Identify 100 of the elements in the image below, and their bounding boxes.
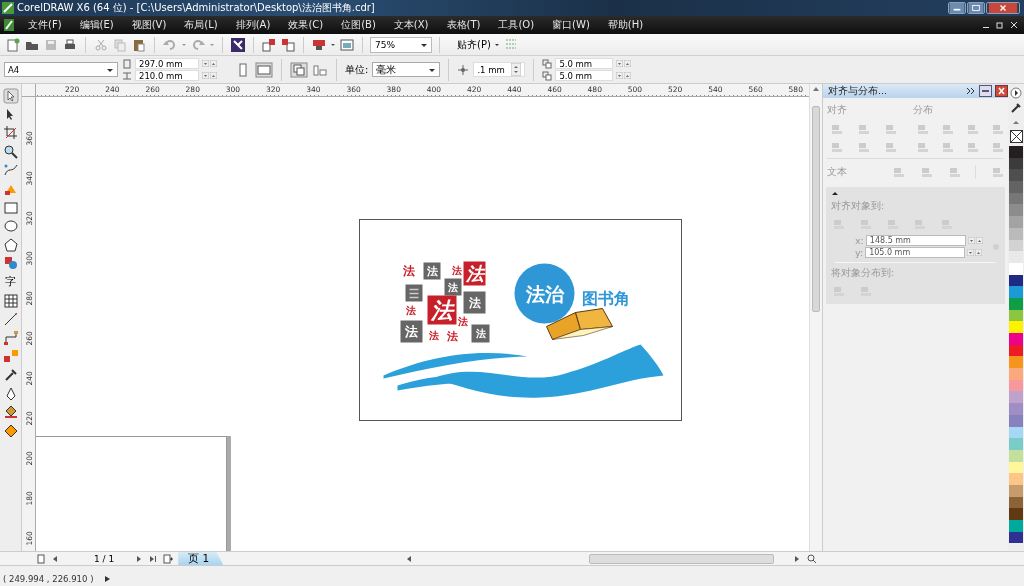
menu-item[interactable]: 排列(A) [226, 18, 280, 32]
dimension-icon[interactable] [2, 311, 19, 328]
collapse-icon[interactable] [831, 190, 839, 196]
spin-up-icon[interactable] [975, 249, 983, 256]
text-tool[interactable]: 字 [5, 273, 16, 290]
distribute-icon[interactable] [990, 140, 1004, 154]
align-icon[interactable] [829, 140, 843, 154]
spin-down-icon[interactable] [202, 60, 209, 67]
distribute-icon[interactable] [990, 122, 1004, 136]
expand-icon[interactable] [966, 86, 976, 96]
zoom-icon[interactable] [2, 143, 19, 160]
spin-down-icon[interactable] [616, 60, 624, 67]
table-icon[interactable] [2, 292, 19, 309]
color-swatch[interactable] [1009, 356, 1023, 369]
first-page-icon[interactable] [36, 552, 46, 565]
maximize-icon[interactable] [967, 2, 985, 14]
snap-dropdown[interactable]: 贴齐(P) [457, 37, 491, 52]
menu-item[interactable]: 布局(L) [175, 18, 227, 32]
welcome-screen-icon[interactable] [339, 36, 355, 53]
scrollbar-thumb[interactable] [812, 106, 820, 312]
spin-down-icon[interactable] [967, 237, 975, 244]
scrollbar-thumb[interactable] [589, 553, 774, 564]
distribute-icon[interactable] [915, 122, 929, 136]
color-swatch[interactable] [1009, 251, 1023, 263]
color-swatch[interactable] [1009, 181, 1023, 193]
page-tab[interactable]: 页 1 [178, 552, 224, 565]
eyedropper-icon[interactable] [1010, 102, 1022, 114]
ellipse-icon[interactable] [2, 218, 19, 235]
color-swatch[interactable] [1009, 438, 1023, 450]
color-swatch[interactable] [1009, 216, 1023, 228]
zoom-dropdown[interactable]: 75% [370, 36, 432, 53]
align-icon[interactable] [829, 122, 843, 136]
color-swatch[interactable] [1009, 286, 1023, 298]
color-swatch[interactable] [1009, 169, 1023, 182]
distribute-icon[interactable] [915, 140, 929, 154]
menu-item[interactable]: 位图(B) [332, 18, 385, 32]
unit-dropdown[interactable]: 毫米 [372, 62, 441, 77]
color-swatch[interactable] [1009, 391, 1023, 404]
menu-item[interactable]: 编辑(E) [70, 18, 123, 32]
minimize-icon[interactable] [948, 2, 966, 14]
height-field[interactable]: 210.0 mm [135, 70, 199, 81]
landscape-icon[interactable] [255, 61, 273, 78]
nudge-field[interactable]: .1 mm [473, 62, 526, 77]
connector-icon[interactable] [2, 329, 19, 346]
fill-bucket-icon[interactable] [2, 404, 19, 421]
spin-down-icon[interactable] [616, 72, 624, 79]
color-swatch[interactable] [1009, 508, 1023, 520]
interactive-fill-icon[interactable] [2, 422, 19, 439]
text-align-icon[interactable] [947, 165, 961, 179]
align-icon[interactable] [856, 122, 870, 136]
color-swatch[interactable] [1009, 473, 1023, 485]
menu-item[interactable]: 表格(T) [437, 18, 490, 32]
export-icon[interactable] [280, 36, 296, 53]
pick-tool-icon[interactable] [2, 88, 19, 104]
distribute-icon[interactable] [965, 140, 979, 154]
no-color-icon[interactable] [1009, 130, 1023, 143]
menu-item[interactable]: 工具(O) [489, 18, 544, 32]
spin-up-icon[interactable] [210, 60, 217, 67]
zoom-icon[interactable] [806, 552, 818, 565]
x-field[interactable]: 148.5 mm [865, 235, 966, 246]
spin-up-icon[interactable] [624, 60, 632, 67]
crop-icon[interactable] [2, 125, 19, 142]
spin-up-icon[interactable] [975, 237, 983, 244]
align-icon[interactable] [883, 122, 897, 136]
distribute-icon[interactable] [940, 122, 954, 136]
color-swatch[interactable] [1009, 204, 1023, 217]
duplicate-x-field[interactable]: 5.0 mm [555, 58, 614, 69]
palette-menu-icon[interactable] [1010, 87, 1022, 99]
basic-shapes-icon[interactable] [2, 255, 19, 272]
align-icon[interactable] [883, 140, 897, 154]
menu-item[interactable]: 帮助(H) [598, 18, 653, 32]
color-swatch[interactable] [1009, 146, 1023, 158]
ruler-origin[interactable] [22, 84, 36, 97]
duplicate-y-field[interactable]: 5.0 mm [555, 70, 614, 81]
spin-up-icon[interactable] [624, 72, 632, 79]
add-page-icon[interactable] [162, 552, 175, 565]
y-field[interactable]: 105.0 mm [865, 247, 966, 258]
blend-icon[interactable] [2, 348, 19, 365]
new-document-icon[interactable] [5, 36, 21, 53]
restore-icon[interactable] [996, 21, 1004, 29]
color-swatch[interactable] [1009, 403, 1023, 415]
menu-item[interactable]: 文本(X) [384, 18, 438, 32]
page-size-dropdown[interactable]: A4 [4, 62, 118, 77]
distribute-icon[interactable] [940, 140, 954, 154]
rectangle-icon[interactable] [2, 199, 19, 216]
close-icon[interactable] [995, 85, 1008, 97]
text-align-icon[interactable] [891, 165, 905, 179]
menu-item[interactable]: 窗口(W) [543, 18, 599, 32]
spin-down-icon[interactable] [967, 249, 975, 256]
align-icon[interactable] [856, 140, 870, 154]
color-swatch[interactable] [1009, 321, 1023, 333]
spin-up-icon[interactable] [210, 72, 217, 79]
polygon-icon[interactable] [2, 236, 19, 253]
all-pages-icon[interactable] [290, 61, 308, 78]
width-field[interactable]: 297.0 mm [135, 58, 199, 69]
menu-item[interactable]: 文件(F) [19, 18, 71, 32]
spin-down-icon[interactable] [202, 72, 209, 79]
color-swatch[interactable] [1009, 333, 1023, 345]
color-swatch[interactable] [1009, 520, 1023, 532]
text-align-icon[interactable] [919, 165, 933, 179]
